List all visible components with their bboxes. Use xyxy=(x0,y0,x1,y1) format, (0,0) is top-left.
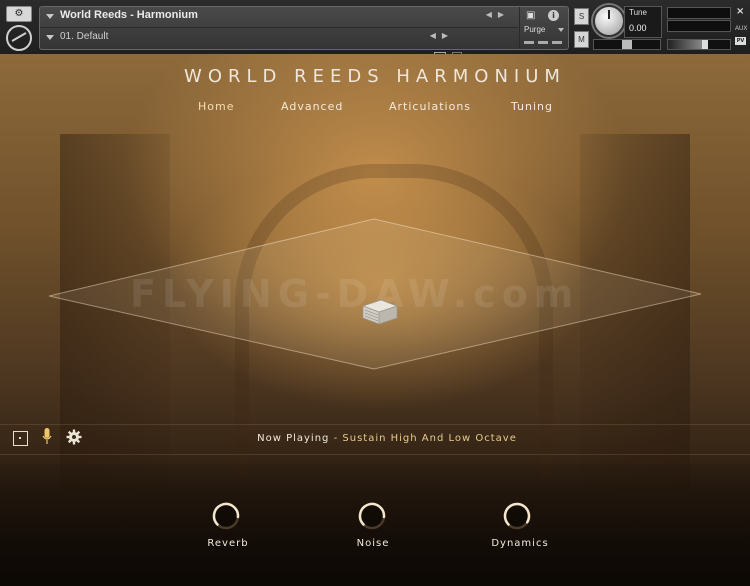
pv-button[interactable]: PV xyxy=(735,37,746,45)
tune-display: Tune 0.00 xyxy=(624,6,662,38)
pan-slider-thumb[interactable] xyxy=(622,40,632,49)
info-icon[interactable]: i xyxy=(548,10,559,21)
instrument-header-panel: World Reeds - Harmonium ◀▶ 01. Default ◀… xyxy=(39,6,569,64)
dynamics-label: Dynamics xyxy=(491,538,549,549)
wrench-icon[interactable]: ⚙ xyxy=(6,6,32,22)
solo-button[interactable]: S xyxy=(574,8,589,25)
now-playing-value: Sustain High And Low Octave xyxy=(342,433,517,444)
aux-label[interactable]: AUX xyxy=(735,26,747,32)
center-diamond-panel xyxy=(48,218,702,370)
kontakt-header: ⚙ World Reeds - Harmonium ◀▶ 01. Default… xyxy=(0,0,750,64)
noise-label: Noise xyxy=(356,538,390,549)
harmonium-icon[interactable] xyxy=(359,294,401,328)
instrument-side-controls: ▣ i Purge xyxy=(519,7,568,49)
kontakt-logo-icon[interactable] xyxy=(6,25,32,51)
tune-value[interactable]: 0.00 xyxy=(629,23,647,33)
volume-slider[interactable] xyxy=(667,39,731,50)
dynamics-knob[interactable] xyxy=(501,500,533,532)
close-icon[interactable]: × xyxy=(736,6,744,17)
preset-nav-arrows-icon[interactable]: ◀▶ xyxy=(430,31,454,40)
preset-name[interactable]: 01. Default xyxy=(60,31,108,42)
reverb-label: Reverb xyxy=(207,538,249,549)
camera-icon[interactable]: ▣ xyxy=(526,10,535,21)
level-meter-right xyxy=(667,20,731,32)
reverb-knob[interactable] xyxy=(210,500,242,532)
purge-chevron-icon[interactable] xyxy=(558,28,564,32)
preset-row: 01. Default ◀▶ xyxy=(40,28,518,64)
tune-label: Tune xyxy=(629,8,647,17)
chevron-down-icon[interactable] xyxy=(46,14,54,19)
now-playing-label: Now Playing xyxy=(257,433,330,444)
now-playing-separator: - xyxy=(333,433,339,444)
volume-ramp xyxy=(668,40,702,49)
tune-knob[interactable] xyxy=(593,5,625,37)
divider xyxy=(0,454,750,455)
purge-dropdown[interactable]: Purge xyxy=(524,25,545,34)
noise-knob[interactable] xyxy=(356,500,388,532)
volume-slider-thumb[interactable] xyxy=(702,40,708,49)
instrument-nav-arrows-icon[interactable]: ◀▶ xyxy=(486,10,510,19)
level-meter-left xyxy=(667,7,731,19)
now-playing-status: Now Playing - Sustain High And Low Octav… xyxy=(0,433,750,444)
mute-button[interactable]: M xyxy=(574,31,589,48)
memory-meter xyxy=(552,41,562,44)
pan-slider[interactable] xyxy=(593,39,661,50)
memory-meter xyxy=(538,41,548,44)
memory-meter xyxy=(524,41,534,44)
watermark: FLYING-DAW.com xyxy=(130,272,580,316)
instrument-ui: WORLD REEDS HARMONIUM Home Advanced Arti… xyxy=(0,54,750,586)
instrument-name[interactable]: World Reeds - Harmonium xyxy=(60,9,198,21)
instrument-name-row: World Reeds - Harmonium ◀▶ xyxy=(40,7,518,28)
status-bar: Now Playing - Sustain High And Low Octav… xyxy=(0,424,750,454)
chevron-down-icon[interactable] xyxy=(46,35,54,40)
